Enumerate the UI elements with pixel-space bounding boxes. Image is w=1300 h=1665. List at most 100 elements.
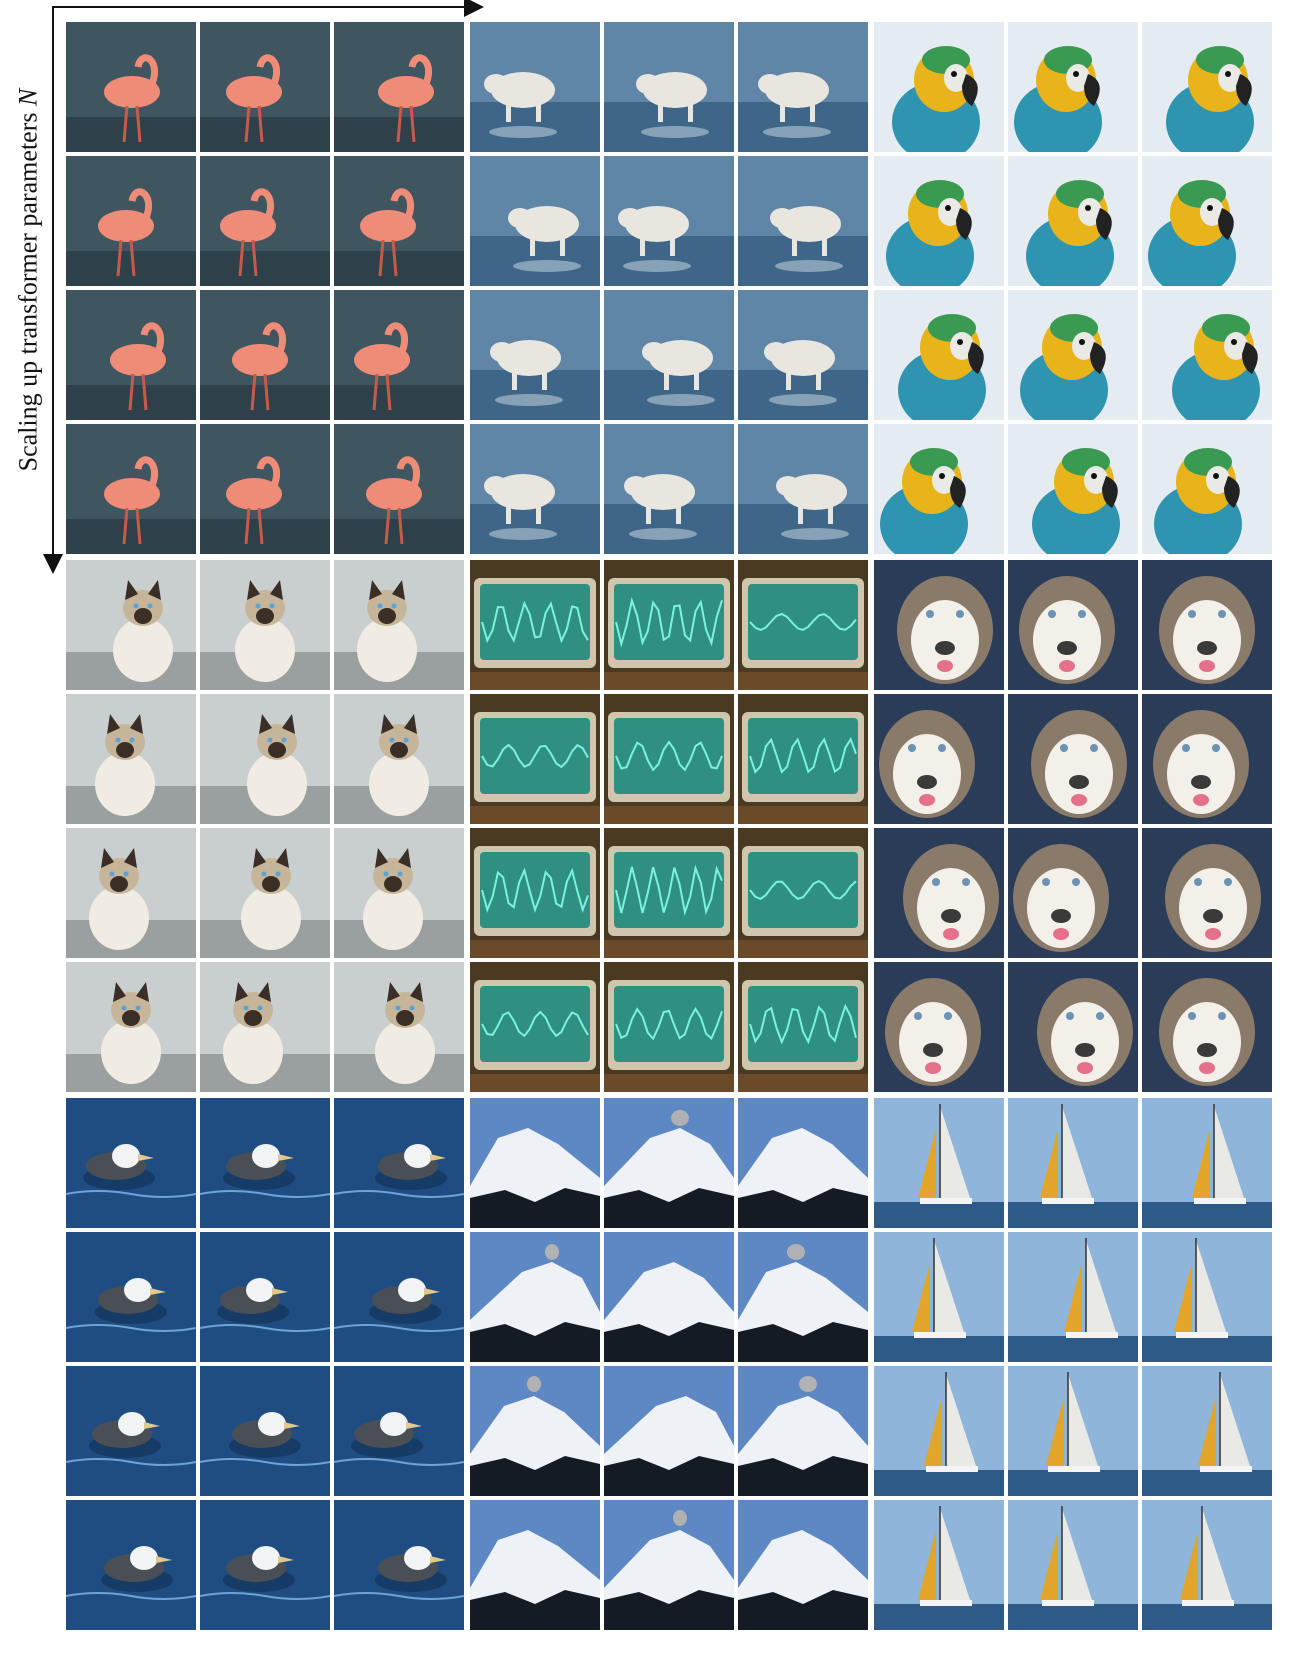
siamese-cat-sample-image (200, 694, 330, 824)
flamingo-sample-image (200, 156, 330, 286)
flamingo-sample-image (334, 22, 464, 152)
oscilloscope-sample-image (738, 694, 868, 824)
macaw-sample-image (1142, 156, 1272, 286)
image-block-arctic-wolf (470, 22, 868, 554)
husky-sample-image (1008, 962, 1138, 1092)
volcano-sample-image (604, 1366, 734, 1496)
macaw-sample-image (1008, 424, 1138, 554)
arctic-wolf-sample-image (604, 156, 734, 286)
volcano-sample-image (470, 1500, 600, 1630)
volcano-sample-image (738, 1366, 868, 1496)
macaw-sample-image (1142, 290, 1272, 420)
siamese-cat-sample-image (66, 694, 196, 824)
flamingo-sample-image (200, 424, 330, 554)
image-block-volcano (470, 1098, 868, 1630)
sailboat-sample-image (1142, 1232, 1272, 1362)
arctic-wolf-sample-image (738, 22, 868, 152)
macaw-sample-image (1008, 290, 1138, 420)
albatross-sample-image (66, 1500, 196, 1630)
siamese-cat-sample-image (200, 560, 330, 690)
flamingo-sample-image (200, 22, 330, 152)
sailboat-sample-image (1142, 1500, 1272, 1630)
husky-sample-image (874, 962, 1004, 1092)
oscilloscope-sample-image (470, 694, 600, 824)
volcano-sample-image (470, 1366, 600, 1496)
sailboat-sample-image (874, 1500, 1004, 1630)
albatross-sample-image (200, 1098, 330, 1228)
flamingo-sample-image (66, 424, 196, 554)
macaw-sample-image (1142, 424, 1272, 554)
oscilloscope-sample-image (738, 962, 868, 1092)
volcano-sample-image (604, 1098, 734, 1228)
flamingo-sample-image (334, 156, 464, 286)
arctic-wolf-sample-image (604, 424, 734, 554)
volcano-sample-image (738, 1500, 868, 1630)
albatross-sample-image (334, 1232, 464, 1362)
macaw-sample-image (874, 22, 1004, 152)
oscilloscope-sample-image (604, 828, 734, 958)
sailboat-sample-image (1142, 1366, 1272, 1496)
macaw-sample-image (874, 156, 1004, 286)
sailboat-sample-image (1008, 1500, 1138, 1630)
husky-sample-image (874, 828, 1004, 958)
volcano-sample-image (470, 1232, 600, 1362)
siamese-cat-sample-image (200, 962, 330, 1092)
volcano-sample-image (604, 1500, 734, 1630)
husky-sample-image (1142, 694, 1272, 824)
albatross-sample-image (66, 1366, 196, 1496)
macaw-sample-image (1142, 22, 1272, 152)
oscilloscope-sample-image (470, 962, 600, 1092)
husky-sample-image (1142, 962, 1272, 1092)
albatross-sample-image (66, 1098, 196, 1228)
albatross-sample-image (66, 1232, 196, 1362)
flamingo-sample-image (334, 290, 464, 420)
arctic-wolf-sample-image (470, 156, 600, 286)
arctic-wolf-sample-image (470, 22, 600, 152)
arctic-wolf-sample-image (470, 424, 600, 554)
husky-sample-image (874, 694, 1004, 824)
sailboat-sample-image (874, 1098, 1004, 1228)
sailboat-sample-image (874, 1366, 1004, 1496)
siamese-cat-sample-image (66, 828, 196, 958)
sailboat-sample-image (1008, 1366, 1138, 1496)
husky-sample-image (1008, 560, 1138, 690)
image-block-flamingo (66, 22, 464, 554)
macaw-sample-image (1008, 156, 1138, 286)
oscilloscope-sample-image (604, 560, 734, 690)
axis-label-variable: N (13, 88, 42, 107)
arctic-wolf-sample-image (604, 290, 734, 420)
arctic-wolf-sample-image (470, 290, 600, 420)
siamese-cat-sample-image (334, 962, 464, 1092)
oscilloscope-sample-image (470, 828, 600, 958)
volcano-sample-image (738, 1232, 868, 1362)
oscilloscope-sample-image (738, 560, 868, 690)
flamingo-sample-image (66, 156, 196, 286)
arctic-wolf-sample-image (738, 424, 868, 554)
albatross-sample-image (334, 1366, 464, 1496)
siamese-cat-sample-image (334, 828, 464, 958)
oscilloscope-sample-image (604, 694, 734, 824)
oscilloscope-sample-image (738, 828, 868, 958)
sailboat-sample-image (1008, 1232, 1138, 1362)
volcano-sample-image (738, 1098, 868, 1228)
axis-label-text: Scaling up transformer parameters (13, 106, 42, 472)
arctic-wolf-sample-image (738, 290, 868, 420)
flamingo-sample-image (334, 424, 464, 554)
flamingo-sample-image (66, 290, 196, 420)
macaw-sample-image (1008, 22, 1138, 152)
image-block-oscilloscope (470, 560, 868, 1092)
albatross-sample-image (200, 1366, 330, 1496)
oscilloscope-sample-image (470, 560, 600, 690)
husky-sample-image (874, 560, 1004, 690)
vertical-axis-label: Scaling up transformer parameters N (8, 0, 48, 560)
albatross-sample-image (334, 1500, 464, 1630)
image-block-albatross (66, 1098, 464, 1630)
siamese-cat-sample-image (334, 560, 464, 690)
arctic-wolf-sample-image (738, 156, 868, 286)
husky-sample-image (1008, 828, 1138, 958)
albatross-sample-image (200, 1500, 330, 1630)
husky-sample-image (1142, 560, 1272, 690)
siamese-cat-sample-image (334, 694, 464, 824)
oscilloscope-sample-image (604, 962, 734, 1092)
husky-sample-image (1008, 694, 1138, 824)
